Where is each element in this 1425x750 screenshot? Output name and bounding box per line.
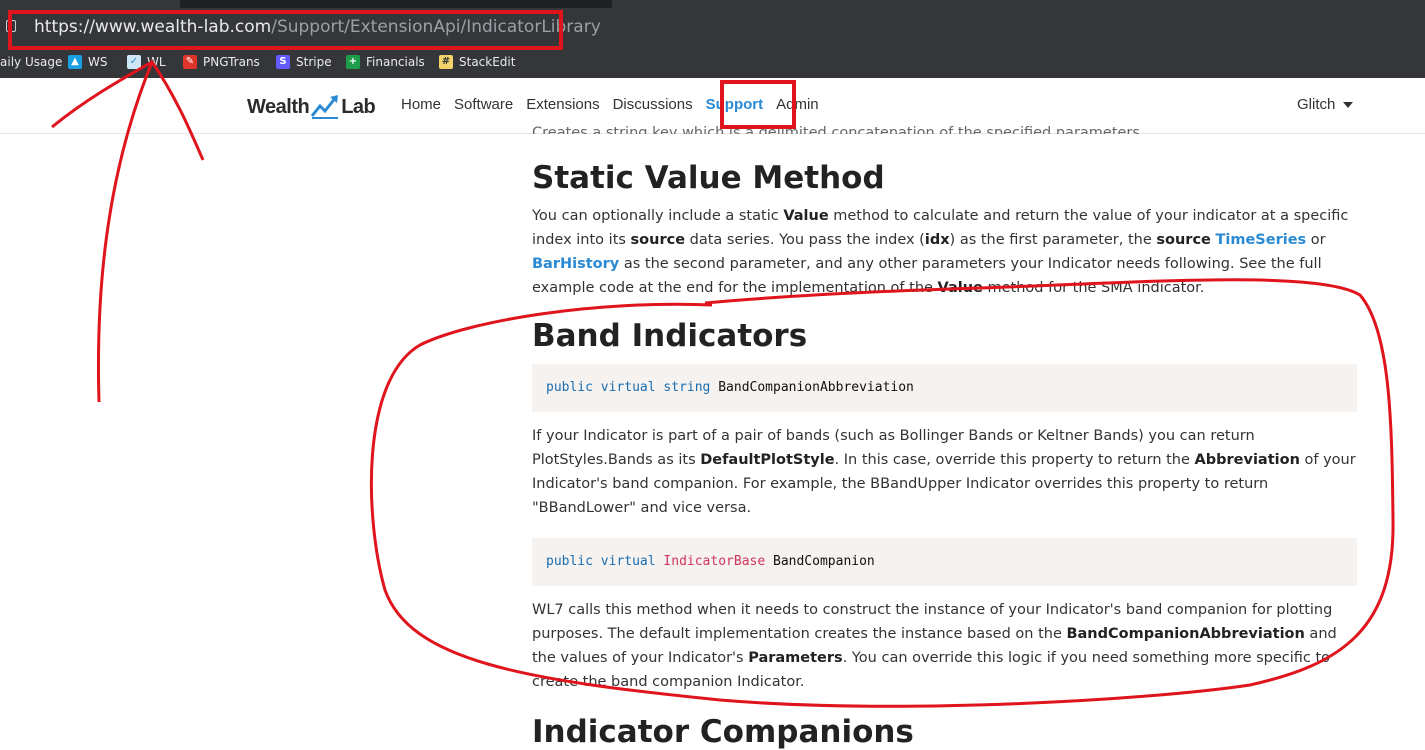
link-barhistory[interactable]: BarHistory (532, 256, 619, 272)
user-menu[interactable]: Glitch (1297, 96, 1354, 113)
bookmark-label: Financials (366, 55, 425, 69)
sheets-icon: + (346, 55, 360, 69)
bookmark-label: Stripe (296, 55, 332, 69)
bookmark-label: WL (147, 55, 166, 69)
heading-band-indicators: Band Indicators (532, 318, 808, 354)
bookmark-wl[interactable]: ✓ WL (127, 52, 166, 72)
bookmark-label: StackEdit (459, 55, 516, 69)
browser-tab[interactable] (0, 0, 180, 8)
nav-software[interactable]: Software (454, 96, 513, 113)
nav-home[interactable]: Home (401, 96, 441, 113)
band-paragraph-1: If your Indicator is part of a pair of b… (532, 428, 1356, 516)
nav-admin[interactable]: Admin (776, 96, 819, 113)
bookmark-daily-usage[interactable]: aily Usage (0, 52, 62, 72)
heading-indicator-companions: Indicator Companions (532, 714, 914, 750)
nav-discussions[interactable]: Discussions (613, 96, 693, 113)
heading-static-value-method: Static Value Method (532, 160, 885, 196)
lock-icon (6, 20, 16, 32)
code-block-band-companion-abbreviation: public virtual string BandCompanionAbbre… (532, 364, 1357, 412)
band-paragraph-2: WL7 calls this method when it needs to c… (532, 602, 1337, 690)
url-text[interactable]: https://www.wealth-lab.com/Support/Exten… (34, 17, 601, 37)
doc-content: Creates a string key which is a delimite… (532, 118, 1357, 750)
caret-down-icon (1343, 101, 1354, 108)
stripe-icon: S (276, 55, 290, 69)
bookmark-label: aily Usage (0, 55, 63, 69)
png-icon: ✎ (183, 55, 197, 69)
static-value-paragraph: You can optionally include a static Valu… (532, 208, 1349, 296)
logo-text-right: Lab (341, 95, 376, 118)
top-fragment-text: Creates a string key which is a delimite… (532, 125, 1145, 134)
user-name: Glitch (1297, 96, 1336, 113)
bookmark-stackedit[interactable]: # StackEdit (439, 52, 515, 72)
stackedit-icon: # (439, 55, 453, 69)
code-block-band-companion: public virtual IndicatorBase BandCompani… (532, 538, 1357, 586)
tab-strip (0, 0, 1425, 8)
logo-text-left: Wealth (247, 95, 310, 118)
bookmark-label: WS (88, 55, 108, 69)
address-bar[interactable]: https://www.wealth-lab.com/Support/Exten… (0, 8, 1425, 46)
wl-icon: ✓ (127, 55, 141, 69)
browser-tab[interactable] (612, 0, 1425, 8)
wealthlab-logo[interactable]: Wealth Lab (247, 92, 376, 122)
bookmark-label: PNGTrans (203, 55, 260, 69)
link-timeseries[interactable]: TimeSeries (1216, 232, 1307, 248)
logo-chart-icon (311, 95, 339, 119)
bookmark-stripe[interactable]: S Stripe (276, 52, 332, 72)
nav-support[interactable]: Support (706, 96, 764, 113)
bookmark-pngtrans[interactable]: ✎ PNGTrans (183, 52, 260, 72)
main-nav: Home Software Extensions Discussions Sup… (401, 96, 832, 113)
nav-extensions[interactable]: Extensions (526, 96, 599, 113)
bookmarks-bar: aily Usage ▲ WS ✓ WL ✎ PNGTrans S Stripe + Fi… (0, 46, 1425, 78)
bookmark-ws[interactable]: ▲ WS (68, 52, 107, 72)
chart-icon: ▲ (68, 55, 82, 69)
bookmark-financials[interactable]: + Financials (346, 52, 425, 72)
